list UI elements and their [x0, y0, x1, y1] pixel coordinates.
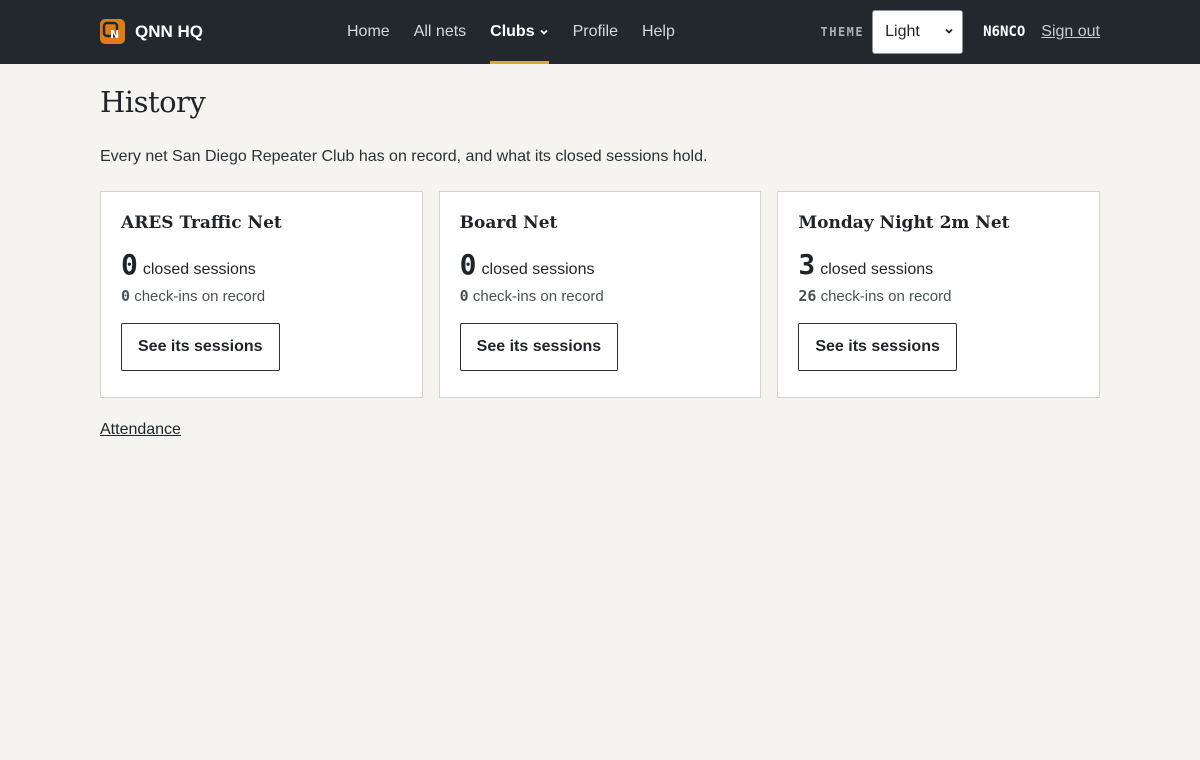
closed-sessions-count: 3: [798, 248, 816, 281]
chevron-down-icon: [944, 23, 954, 41]
checkins-label: check-ins on record: [820, 288, 952, 305]
top-navigation-bar: N QNN HQ Home All nets Clubs Profile Hel…: [0, 0, 1200, 64]
attendance-link[interactable]: Attendance: [100, 421, 181, 439]
see-sessions-button[interactable]: See its sessions: [798, 323, 957, 371]
main-nav: Home All nets Clubs Profile Help: [347, 0, 675, 64]
net-cards: ARES Traffic Net 0 closed sessions 0 che…: [100, 191, 1101, 398]
closed-sessions-label: closed sessions: [820, 261, 934, 278]
theme-label: THEME: [820, 25, 865, 39]
checkins-label: check-ins on record: [134, 288, 266, 305]
checkins-count: 0: [121, 287, 131, 305]
closed-sessions-count: 0: [121, 248, 138, 281]
net-card: Board Net 0 closed sessions 0 check-ins …: [438, 191, 762, 398]
page-title: History: [100, 85, 206, 119]
closed-sessions-line: 3 closed sessions: [798, 248, 1079, 281]
nav-home[interactable]: Home: [347, 0, 390, 64]
checkins-count: 0: [459, 287, 469, 305]
nav-clubs-label: Clubs: [490, 23, 535, 40]
main-content: History Every net San Diego Repeater Clu…: [100, 64, 1101, 439]
checkins-label: check-ins on record: [472, 288, 604, 305]
see-sessions-button[interactable]: See its sessions: [121, 323, 280, 371]
net-name: Board Net: [459, 213, 558, 233]
net-card: Monday Night 2m Net 3 closed sessions 26…: [777, 191, 1101, 398]
closed-sessions-count: 0: [459, 248, 477, 281]
see-sessions-button[interactable]: See its sessions: [459, 323, 619, 371]
nav-profile[interactable]: Profile: [573, 0, 618, 64]
svg-text:N: N: [110, 28, 119, 41]
checkins-count: 26: [798, 287, 817, 305]
page-intro: Every net San Diego Repeater Club has on…: [100, 148, 708, 165]
net-name: ARES Traffic Net: [121, 213, 282, 233]
net-name: Monday Night 2m Net: [798, 213, 1010, 233]
theme-select[interactable]: Light: [872, 10, 964, 54]
net-card: ARES Traffic Net 0 closed sessions 0 che…: [100, 191, 423, 398]
brand-name: QNN HQ: [135, 21, 203, 41]
checkins-line: 26 check-ins on record: [798, 287, 1079, 305]
checkins-line: 0 check-ins on record: [121, 287, 402, 305]
user-callsign[interactable]: N6NCO: [983, 24, 1025, 40]
closed-sessions-label: closed sessions: [481, 261, 595, 278]
brand-link[interactable]: N QNN HQ: [100, 19, 203, 44]
closed-sessions-line: 0 closed sessions: [460, 248, 741, 281]
nav-help[interactable]: Help: [642, 0, 675, 64]
theme-select-value: Light: [885, 23, 920, 40]
qnn-logo-icon: N: [100, 19, 125, 44]
chevron-down-icon: [539, 27, 549, 37]
closed-sessions-label: closed sessions: [142, 261, 256, 278]
sign-out-link[interactable]: Sign out: [1041, 23, 1100, 41]
checkins-line: 0 check-ins on record: [460, 287, 741, 305]
nav-clubs[interactable]: Clubs: [490, 0, 550, 64]
header-right: THEME Light N6NCO Sign out: [820, 10, 1100, 54]
closed-sessions-line: 0 closed sessions: [121, 248, 402, 281]
nav-all-nets[interactable]: All nets: [414, 0, 466, 64]
